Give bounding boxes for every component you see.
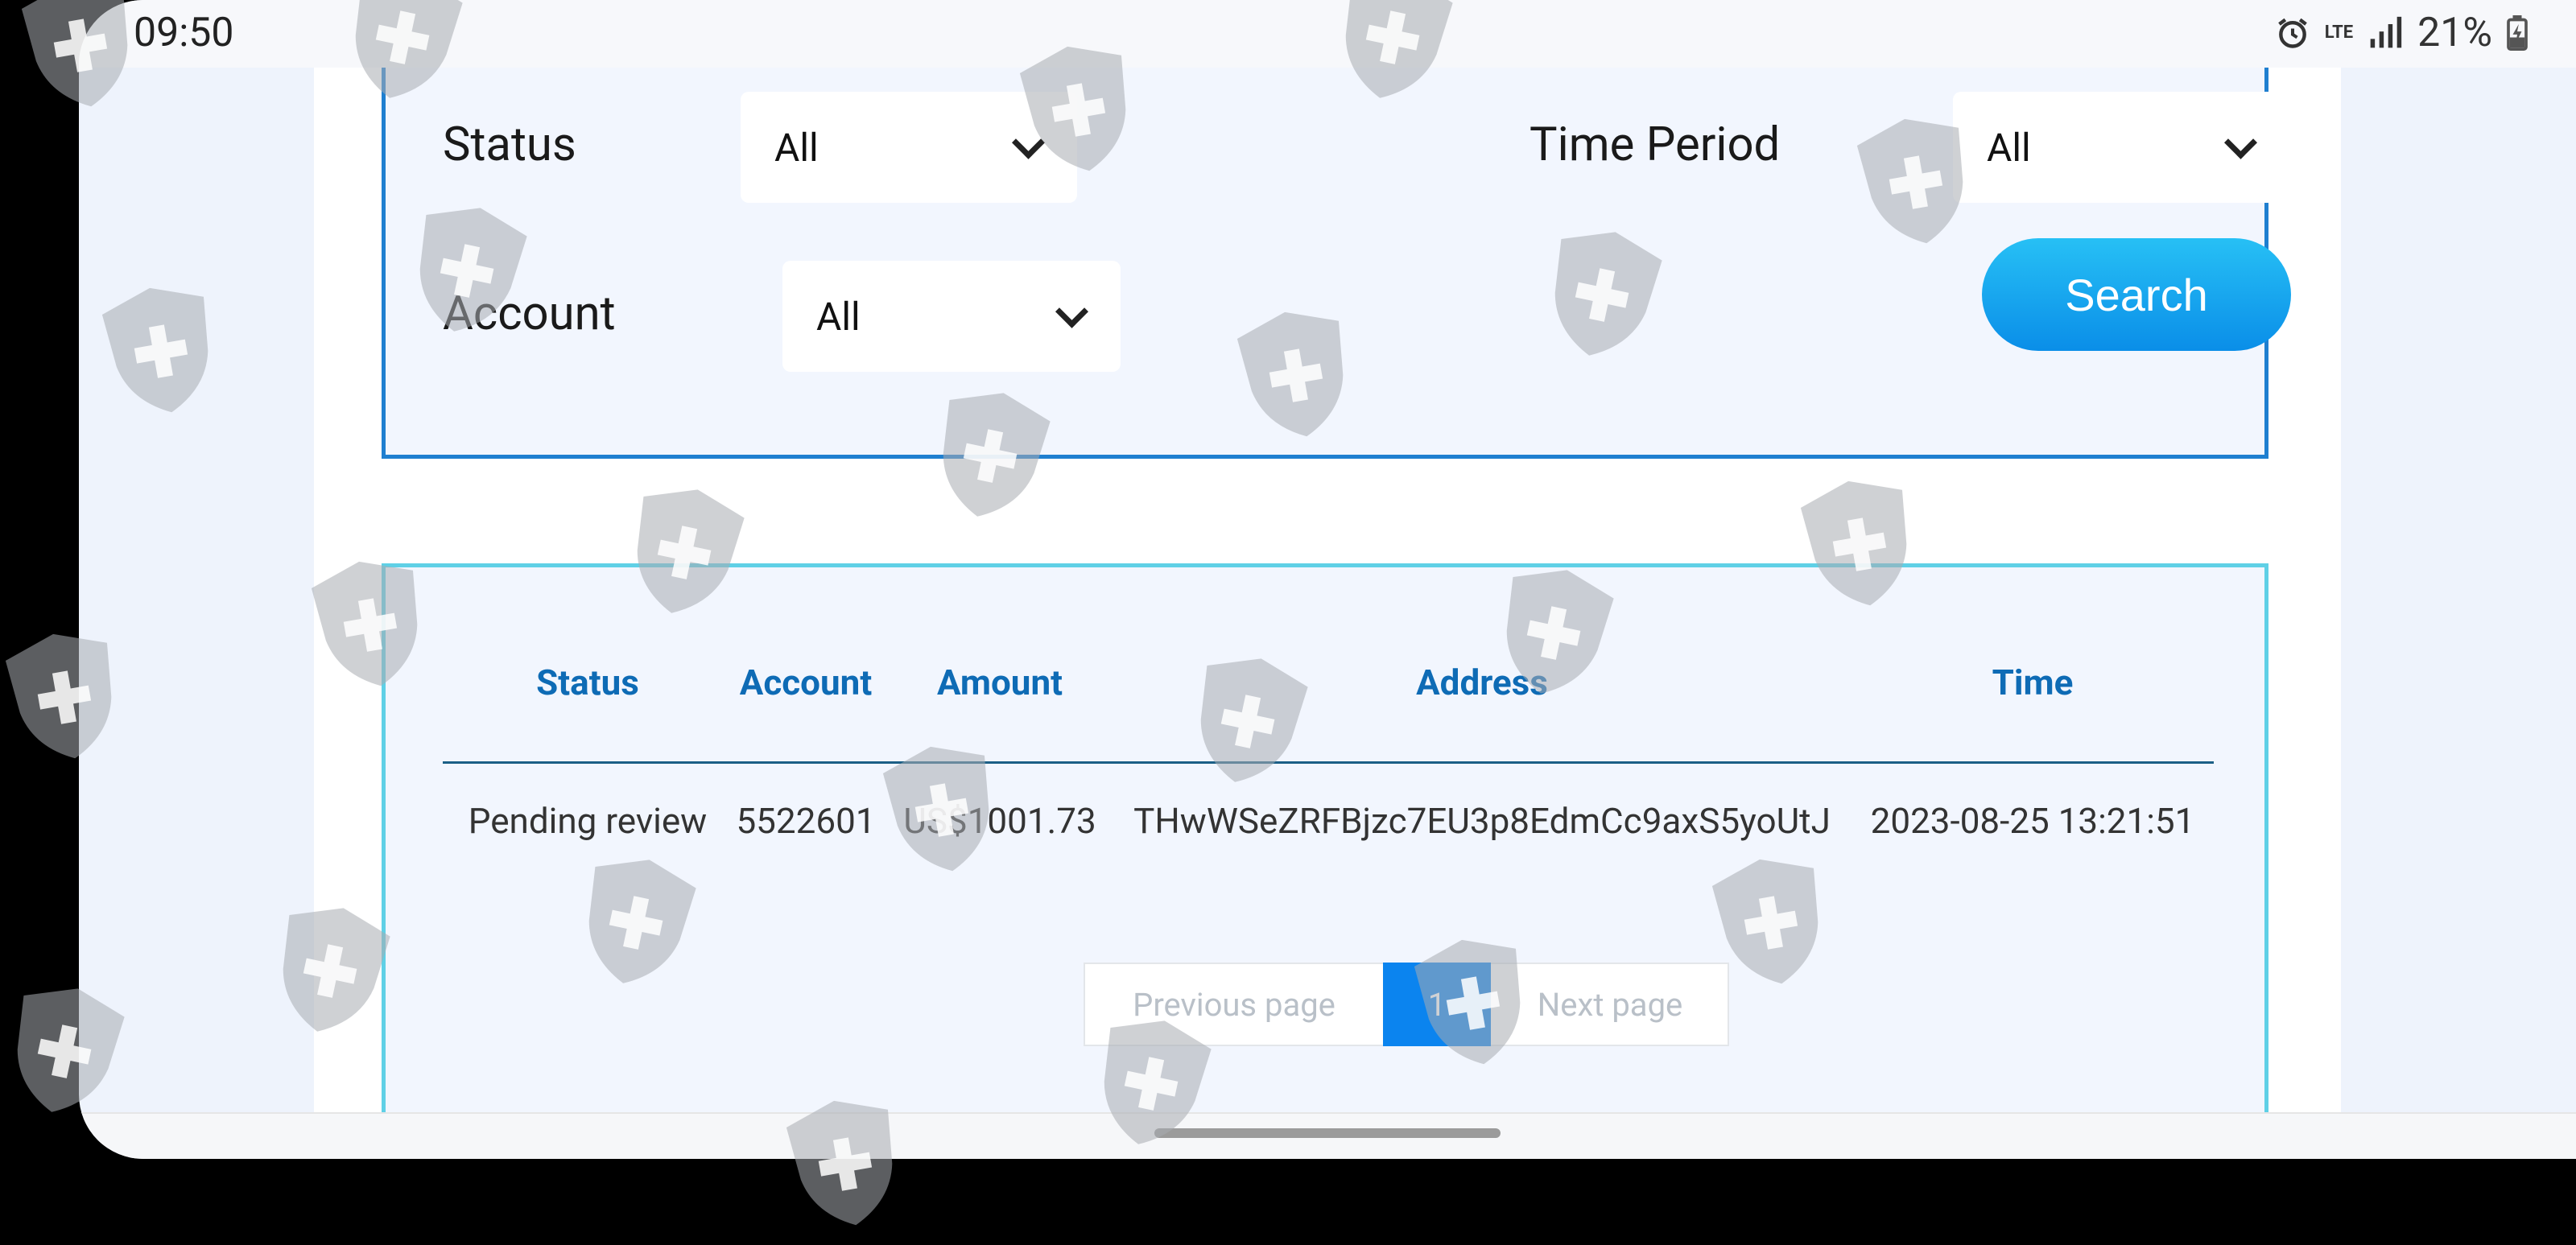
chevron-down-icon xyxy=(1011,126,1046,159)
status-filter-label: Status xyxy=(443,117,576,172)
chevron-down-icon xyxy=(2223,126,2258,159)
row-time-cell: 2023-08-25 13:21:51 xyxy=(1870,800,2195,842)
column-header-time: Time xyxy=(1992,662,2074,703)
status-select[interactable]: All xyxy=(741,92,1077,203)
page-1-button[interactable]: 1 xyxy=(1383,963,1491,1046)
network-type-label: LTE xyxy=(2324,23,2354,43)
account-select[interactable]: All xyxy=(782,261,1121,372)
column-header-status: Status xyxy=(536,662,639,703)
time-period-select-value: All xyxy=(1987,124,2031,171)
row-amount-cell: US$1001.73 xyxy=(903,800,1096,842)
status-bar: 09:50 LTE 21% xyxy=(79,0,2576,68)
alarm-icon xyxy=(2277,18,2307,48)
column-header-account: Account xyxy=(739,662,873,703)
home-indicator[interactable] xyxy=(1154,1128,1501,1138)
status-icons: LTE 21% xyxy=(2275,10,2528,56)
previous-page-button[interactable]: Previous page xyxy=(1085,964,1383,1045)
filter-panel xyxy=(382,24,2268,459)
account-select-value: All xyxy=(816,293,861,340)
signal-icon xyxy=(2370,16,2402,48)
row-address-cell: THwWSeZRFBjzc7EU3p8EdmCc9axS5yoUtJ xyxy=(1133,800,1831,842)
status-select-value: All xyxy=(774,124,819,171)
account-filter-label: Account xyxy=(443,287,616,341)
row-account-cell: 5522601 xyxy=(736,800,876,842)
search-button[interactable]: Search xyxy=(1982,238,2291,351)
app-screen: 09:50 LTE 21% Status All Time Period All… xyxy=(79,0,2576,1159)
column-header-address: Address xyxy=(1416,662,1548,703)
navigation-bar xyxy=(79,1112,2576,1159)
pagination: Previous page 1 Next page xyxy=(1084,963,1729,1046)
table-header-divider xyxy=(443,761,2214,764)
row-status-cell: Pending review xyxy=(468,800,708,842)
time-period-select[interactable]: All xyxy=(1953,92,2289,203)
time-period-filter-label: Time Period xyxy=(1530,117,1781,172)
next-page-button[interactable]: Next page xyxy=(1491,964,1729,1045)
status-time: 09:50 xyxy=(134,10,234,56)
battery-charging-icon xyxy=(2507,15,2528,51)
chevron-down-icon xyxy=(1055,295,1089,328)
battery-percent: 21% xyxy=(2417,10,2492,56)
column-header-amount: Amount xyxy=(936,662,1063,703)
